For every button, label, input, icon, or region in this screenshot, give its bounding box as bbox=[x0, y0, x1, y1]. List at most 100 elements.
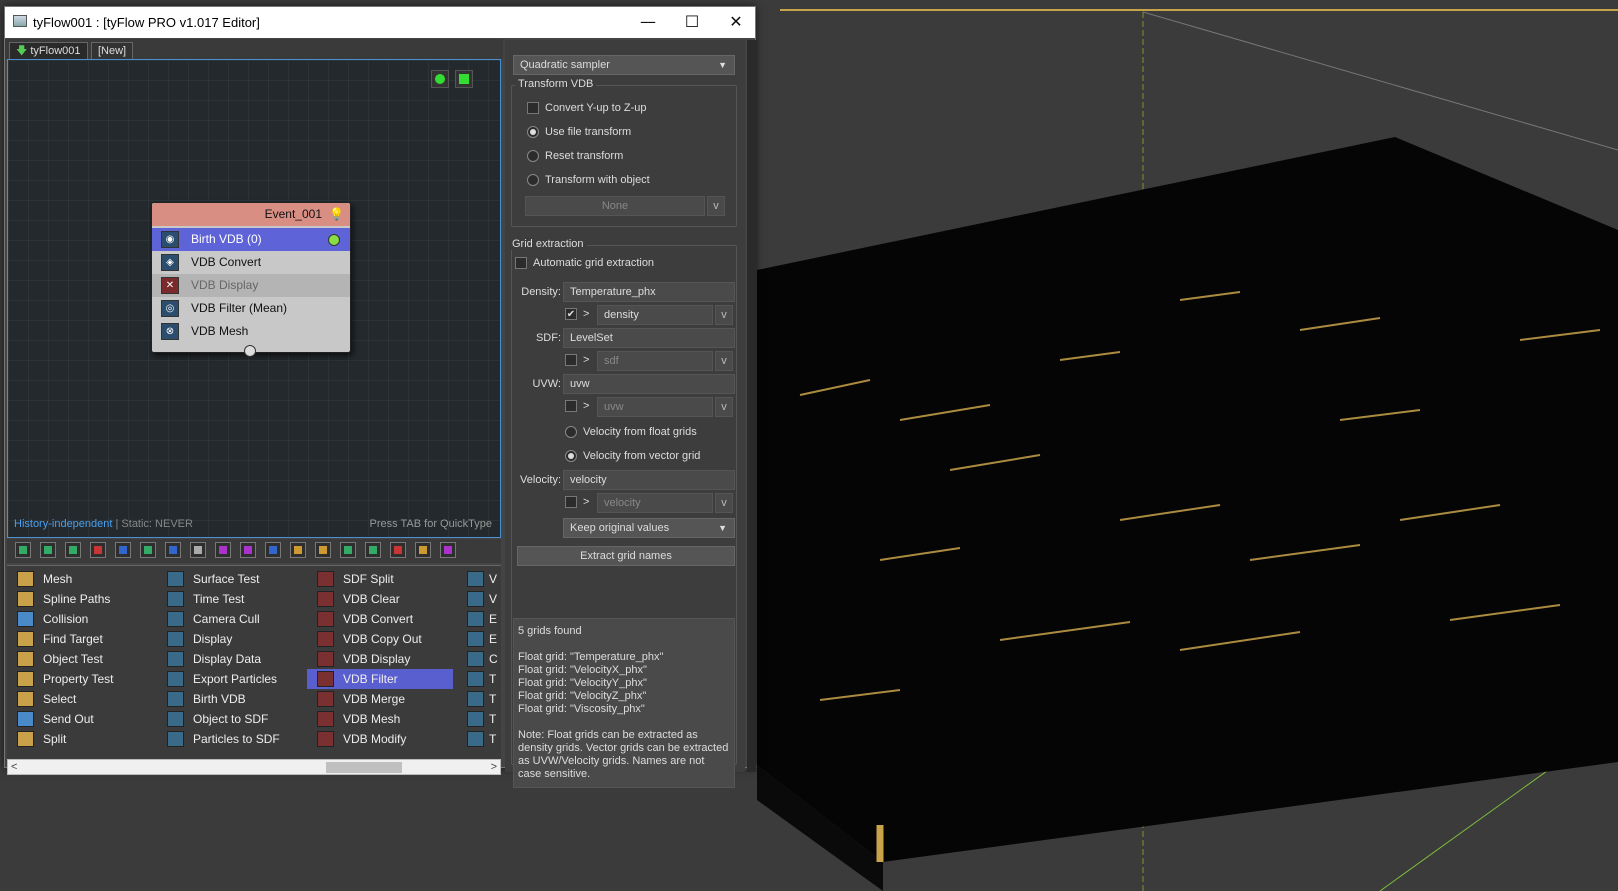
operator-list-item[interactable]: Mesh bbox=[7, 569, 153, 589]
object-picker-menu[interactable]: v bbox=[707, 196, 725, 216]
toolbar-category-icon[interactable] bbox=[390, 542, 406, 558]
operator-list-item[interactable]: Spline Paths bbox=[7, 589, 153, 609]
sampler-dropdown[interactable]: Quadratic sampler ▼ bbox=[513, 55, 735, 75]
operator-list-item[interactable]: VDB Clear bbox=[307, 589, 453, 609]
velocity-field[interactable]: velocity bbox=[563, 470, 735, 490]
scroll-left-icon[interactable]: < bbox=[11, 760, 17, 774]
toolbar-category-icon[interactable] bbox=[440, 542, 456, 558]
tab-new[interactable]: [New] bbox=[91, 42, 134, 59]
toolbar-category-icon[interactable] bbox=[340, 542, 356, 558]
sdf-field[interactable]: LevelSet bbox=[563, 328, 735, 348]
record-icon[interactable] bbox=[431, 70, 449, 88]
operator-birth-vdb[interactable]: ◉ Birth VDB (0) bbox=[152, 228, 350, 251]
scroll-right-icon[interactable]: > bbox=[491, 760, 497, 774]
title-bar[interactable]: tyFlow001 : [tyFlow PRO v1.017 Editor] —… bbox=[5, 7, 755, 38]
operator-list-item[interactable]: VDB Copy Out bbox=[307, 629, 453, 649]
toolbar-category-icon[interactable] bbox=[115, 542, 131, 558]
minimize-button[interactable]: — bbox=[625, 7, 671, 38]
convert-yup-checkbox[interactable] bbox=[527, 102, 539, 114]
toolbar-category-icon[interactable] bbox=[65, 542, 81, 558]
sdf-channel-menu[interactable]: v bbox=[715, 351, 733, 371]
operator-list-item[interactable]: Time Test bbox=[157, 589, 303, 609]
panel-scrollbar[interactable] bbox=[747, 40, 756, 772]
close-button[interactable]: ✕ bbox=[713, 7, 759, 38]
sdf-channel-checkbox[interactable] bbox=[565, 354, 577, 366]
toolbar-category-icon[interactable] bbox=[290, 542, 306, 558]
uvw-channel-checkbox[interactable] bbox=[565, 400, 577, 412]
velocity-channel-menu[interactable]: v bbox=[715, 493, 733, 513]
operator-list-item[interactable]: T bbox=[457, 669, 499, 689]
operator-list-item[interactable]: VDB Convert bbox=[307, 609, 453, 629]
operator-list-item[interactable]: Split bbox=[7, 729, 153, 749]
operator-list-item[interactable]: VDB Filter bbox=[307, 669, 453, 689]
toolbar-category-icon[interactable] bbox=[365, 542, 381, 558]
toolbar-category-icon[interactable] bbox=[140, 542, 156, 558]
density-field[interactable]: Temperature_phx bbox=[563, 282, 735, 302]
operator-list-item[interactable]: T bbox=[457, 709, 499, 729]
input-port-icon[interactable] bbox=[244, 345, 256, 357]
operator-list-item[interactable]: Display Data bbox=[157, 649, 303, 669]
operator-list-item[interactable]: Display bbox=[157, 629, 303, 649]
velocity-channel-field[interactable]: velocity bbox=[597, 493, 713, 513]
auto-grid-checkbox[interactable] bbox=[515, 257, 527, 269]
toolbar-category-icon[interactable] bbox=[40, 542, 56, 558]
transform-with-object-radio[interactable] bbox=[527, 174, 539, 186]
operator-vdb-display[interactable]: ✕ VDB Display bbox=[152, 274, 350, 297]
toolbar-category-icon[interactable] bbox=[15, 542, 31, 558]
tab-tyflow001[interactable]: 🡇 tyFlow001 bbox=[9, 42, 88, 59]
history-mode[interactable]: History-independent bbox=[14, 518, 112, 530]
toolbar-category-icon[interactable] bbox=[190, 542, 206, 558]
velocity-float-radio[interactable] bbox=[565, 426, 577, 438]
operator-list-item[interactable]: Particles to SDF bbox=[157, 729, 303, 749]
uvw-field[interactable]: uvw bbox=[563, 374, 735, 394]
operator-list-item[interactable]: VDB Merge bbox=[307, 689, 453, 709]
toolbar-category-icon[interactable] bbox=[315, 542, 331, 558]
uvw-channel-menu[interactable]: v bbox=[715, 397, 733, 417]
maximize-button[interactable]: ☐ bbox=[669, 7, 715, 38]
object-picker-button[interactable]: None bbox=[525, 196, 705, 216]
sdf-channel-field[interactable]: sdf bbox=[597, 351, 713, 371]
operator-list-item[interactable]: Property Test bbox=[7, 669, 153, 689]
keep-values-dropdown[interactable]: Keep original values ▼ bbox=[563, 518, 735, 538]
operator-vdb-filter[interactable]: ◎ VDB Filter (Mean) bbox=[152, 297, 350, 320]
toolbar-category-icon[interactable] bbox=[90, 542, 106, 558]
operator-list-item[interactable]: Object Test bbox=[7, 649, 153, 669]
operator-list-item[interactable]: V bbox=[457, 589, 499, 609]
operator-list-item[interactable]: E bbox=[457, 609, 499, 629]
density-channel-menu[interactable]: v bbox=[715, 305, 733, 325]
use-file-transform-radio[interactable] bbox=[527, 126, 539, 138]
event-node[interactable]: Event_001 💡 ◉ Birth VDB (0) ◈ VDB Conver… bbox=[151, 202, 351, 357]
operator-list-item[interactable]: E bbox=[457, 629, 499, 649]
operator-list-item[interactable]: Collision bbox=[7, 609, 153, 629]
operator-list-item[interactable]: Camera Cull bbox=[157, 609, 303, 629]
operator-list-item[interactable]: Export Particles bbox=[157, 669, 303, 689]
lightbulb-icon[interactable]: 💡 bbox=[329, 207, 344, 221]
event-header[interactable]: Event_001 💡 bbox=[152, 203, 350, 226]
toolbar-category-icon[interactable] bbox=[165, 542, 181, 558]
operator-list[interactable]: Mesh Spline Paths Collision Find Target Obje… bbox=[7, 565, 501, 759]
operator-list-item[interactable]: Birth VDB bbox=[157, 689, 303, 709]
horizontal-scrollbar[interactable]: < > bbox=[7, 759, 501, 775]
operator-list-item[interactable]: Surface Test bbox=[157, 569, 303, 589]
extract-grid-names-button[interactable]: Extract grid names bbox=[517, 546, 735, 566]
density-channel-checkbox[interactable]: ✔ bbox=[565, 308, 577, 320]
operator-list-item[interactable]: Send Out bbox=[7, 709, 153, 729]
operator-list-item[interactable]: Find Target bbox=[7, 629, 153, 649]
refresh-icon[interactable] bbox=[455, 70, 473, 88]
velocity-vector-radio[interactable] bbox=[565, 450, 577, 462]
toolbar-category-icon[interactable] bbox=[415, 542, 431, 558]
flow-graph-canvas[interactable]: Event_001 💡 ◉ Birth VDB (0) ◈ VDB Conver… bbox=[7, 59, 501, 538]
operator-list-item[interactable]: VDB Mesh bbox=[307, 709, 453, 729]
operator-list-item[interactable]: T bbox=[457, 689, 499, 709]
operator-list-item[interactable]: SDF Split bbox=[307, 569, 453, 589]
operator-list-item[interactable]: Object to SDF bbox=[157, 709, 303, 729]
operator-vdb-convert[interactable]: ◈ VDB Convert bbox=[152, 251, 350, 274]
toolbar-category-icon[interactable] bbox=[215, 542, 231, 558]
operator-list-item[interactable]: VDB Display bbox=[307, 649, 453, 669]
velocity-channel-checkbox[interactable] bbox=[565, 496, 577, 508]
toolbar-category-icon[interactable] bbox=[265, 542, 281, 558]
uvw-channel-field[interactable]: uvw bbox=[597, 397, 713, 417]
operator-list-item[interactable]: T bbox=[457, 729, 499, 749]
operator-list-item[interactable]: VDB Modify bbox=[307, 729, 453, 749]
toolbar-category-icon[interactable] bbox=[240, 542, 256, 558]
